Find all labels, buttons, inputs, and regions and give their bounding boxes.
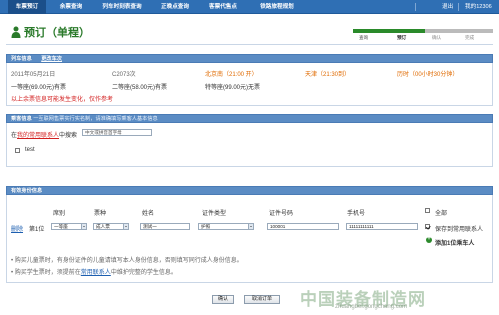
step-bar-query (353, 29, 390, 33)
identity-info-body: 席别 票种 姓名 证件类型 证件号码 手机号 全部 删除 第1位 一等座 成人票… (6, 195, 493, 283)
add-icon[interactable] (426, 236, 432, 243)
delete-passenger-link[interactable]: 删除 (11, 224, 23, 233)
progress-steps: 查询 预订 确认 完成 (353, 29, 493, 41)
tab-sales-agents[interactable]: 客票代售点 (202, 0, 244, 14)
travel-date: 2011年05月21日 (11, 72, 56, 78)
chevron-down-icon (123, 224, 128, 229)
passenger-index: 第1位 (29, 227, 45, 233)
nav-divider (415, 3, 416, 11)
ticket-type-select[interactable]: 成人票 (93, 223, 129, 230)
student-contacts-link[interactable]: 常用联系人 (81, 270, 111, 276)
passenger-info-desc: 一互联网售票实行实名制，请准确填写乘客人基本信息 (33, 116, 158, 122)
chevron-down-icon (248, 224, 253, 229)
child-ticket-note-text: 购买儿童票时，有身份证件的儿童请填写本人身份信息，否则填写同行成人身份信息。 (14, 258, 243, 264)
step-bar-confirm (425, 29, 458, 33)
passenger-info-header: 乘客信息 一互联网售票实行实名制，请准确填写乘客人基本信息 (6, 114, 493, 123)
step-label-booking: 预订 (397, 35, 407, 40)
seat-select-value: 一等座 (54, 224, 68, 229)
id-type-select[interactable]: 护照 (198, 223, 254, 230)
passenger-info-title: 乘客信息 (11, 116, 32, 122)
contact-checkbox-test[interactable] (15, 148, 20, 153)
tab-remaining-tickets[interactable]: 余票查询 (52, 0, 90, 14)
identity-info-header: 有效身份信息 (6, 186, 493, 195)
passenger-name-input[interactable]: 测试一 (140, 223, 190, 230)
id-number-input[interactable]: 100001 (267, 223, 339, 230)
student-note-prefix: 购买学生票时，须提前在 (14, 270, 81, 276)
seat-premium-class: 特等座(99.00元)无票 (205, 85, 261, 91)
seat-second-class: 二等座(58.00元)有票 (112, 85, 168, 91)
nav-divider (458, 3, 459, 11)
header-id-type: 证件类型 (202, 211, 227, 217)
header-seat: 席别 (53, 211, 66, 217)
departure-station: 北京南（21:00 开） (205, 72, 258, 78)
id-type-select-value: 护照 (201, 224, 211, 229)
select-all-label: 全部 (435, 211, 448, 217)
tab-trip-planner[interactable]: 铁路旅程规划 (252, 0, 302, 14)
step-label-query: 查询 (359, 35, 369, 40)
save-contact-checkbox[interactable] (425, 224, 430, 229)
header-name: 姓名 (142, 211, 155, 217)
header-divider (6, 44, 493, 45)
my-contacts-link[interactable]: 我的常用联系人 (17, 133, 59, 139)
cancel-order-button[interactable]: 取消订单 (244, 295, 280, 304)
contact-name: test (25, 147, 35, 153)
tab-timetable[interactable]: 列车时刻表查询 (97, 0, 147, 14)
train-info-body: 2011年05月21日 C2073次 北京南（21:00 开） 天津（21:30… (6, 63, 493, 106)
train-info-title: 列车信息 (11, 56, 32, 62)
contact-search-label: 在我的常用联系人中搜索 (11, 130, 77, 139)
page-title: 预订（单程） (24, 27, 90, 39)
step-bar-complete (458, 29, 493, 33)
top-nav: 车票预订 余票查询 列车时刻表查询 正晚点查询 客票代售点 铁路旅程规划 退出 … (0, 0, 499, 14)
tab-delay-query[interactable]: 正晚点查询 (155, 0, 195, 14)
person-icon (11, 26, 21, 38)
seat-select[interactable]: 一等座 (51, 223, 87, 230)
contact-search-input[interactable]: 中文或拼音首字母 (82, 129, 152, 136)
contact-search-suffix: 中搜索 (59, 133, 78, 139)
seat-first-class: 一等座(69.00元)有票 (11, 85, 67, 91)
add-passenger-link[interactable]: 添加1位乘车人 (435, 238, 474, 247)
watermark-url: zhuangbei.gongchang.com (335, 304, 408, 310)
student-note-suffix: 中维护完整的学生信息。 (110, 270, 177, 276)
confirm-button[interactable]: 确认 (212, 295, 234, 304)
identity-info-title: 有效身份信息 (11, 188, 43, 194)
step-bar-booking (390, 29, 425, 33)
header-id-number: 证件号码 (269, 211, 294, 217)
train-info-header: 列车信息 更改车次 (6, 54, 493, 63)
save-contact-label: 保存到常用联系人 (435, 227, 484, 233)
step-label-complete: 完成 (465, 35, 475, 40)
child-ticket-note: • 购买儿童票时，有身份证件的儿童请填写本人身份信息，否则填写同行成人身份信息。 (11, 258, 243, 264)
select-all-checkbox[interactable] (425, 208, 430, 213)
change-train-link[interactable]: 更改车次 (41, 56, 62, 62)
step-label-confirm: 确认 (432, 35, 442, 40)
tab-ticket-booking[interactable]: 车票预订 (8, 0, 46, 14)
trip-duration: 历时（00小时30分钟） (397, 72, 459, 78)
page-header: 预订（单程） 查询 预订 确认 完成 (0, 20, 499, 44)
arrival-station: 天津（21:30到） (305, 72, 351, 78)
logout-link[interactable]: 退出 (442, 0, 453, 14)
header-ticket-type: 票种 (94, 211, 107, 217)
train-number: C2073次 (112, 72, 136, 78)
student-ticket-note: • 购买学生票时，须提前在常用联系人中维护完整的学生信息。 (11, 270, 177, 276)
chevron-down-icon (81, 224, 86, 229)
my-account-link[interactable]: 我的12306 (465, 0, 492, 14)
ticket-type-select-value: 成人票 (96, 224, 110, 229)
availability-notice: 以上余票信息可能发生变化，仅作参考 (11, 97, 114, 103)
header-phone: 手机号 (347, 211, 366, 217)
phone-input[interactable]: 11111111111 (346, 223, 418, 230)
passenger-info-body: 在我的常用联系人中搜索 中文或拼音首字母 test (6, 123, 493, 167)
